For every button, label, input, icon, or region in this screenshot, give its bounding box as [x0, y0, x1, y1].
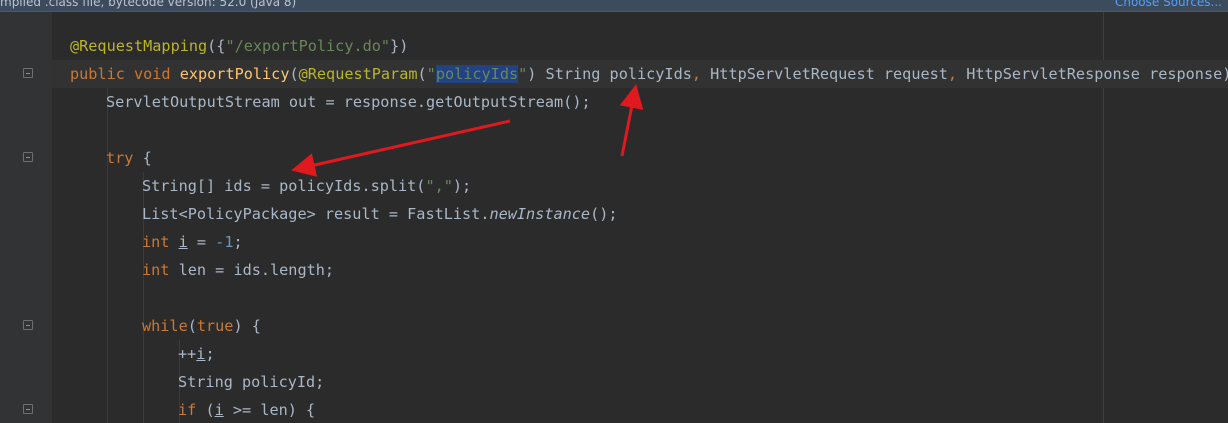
fold-toggle-icon[interactable]: [23, 404, 33, 414]
selected-text: policyIds: [435, 65, 519, 83]
decompiled-notice-banner: mpiled .class file, bytecode version: 52…: [0, 0, 1228, 12]
code-line-request-mapping: @RequestMapping({"/exportPolicy.do"}): [70, 37, 409, 55]
fold-toggle-icon[interactable]: [23, 152, 33, 162]
code-line-if: if (i >= len) {: [178, 401, 316, 419]
code-line-increment: ++i;: [178, 345, 215, 363]
fold-toggle-icon[interactable]: [23, 68, 33, 78]
code-line-while: while(true) {: [142, 317, 261, 335]
code-editor[interactable]: @RequestMapping({"/exportPolicy.do"}) pu…: [52, 12, 1228, 423]
code-line-output-stream: ServletOutputStream out = response.getOu…: [106, 93, 591, 111]
code-line-split-ids: String[] ids = policyIds.split(",");: [142, 177, 472, 195]
code-line-try: try {: [106, 149, 152, 167]
indent-guide: [107, 88, 108, 423]
code-line-int-len: int len = ids.length;: [142, 261, 335, 279]
code-line-result-list: List<PolicyPackage> result = FastList.ne…: [142, 205, 618, 223]
decompiled-notice-text: mpiled .class file, bytecode version: 52…: [0, 0, 297, 9]
choose-sources-link[interactable]: Choose Sources...: [1115, 0, 1222, 9]
code-line-method-signature: public void exportPolicy(@RequestParam("…: [52, 60, 1228, 88]
code-line-policy-id: String policyId;: [178, 373, 325, 391]
code-line-int-i: int i = -1;: [142, 233, 243, 251]
fold-toggle-icon[interactable]: [23, 320, 33, 330]
editor-gutter[interactable]: [0, 12, 52, 423]
